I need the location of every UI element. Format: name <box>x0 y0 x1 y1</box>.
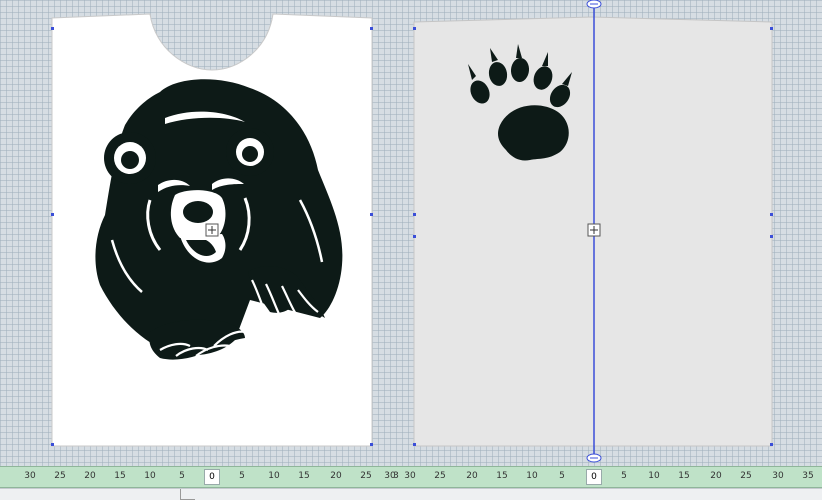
bear-move-handle[interactable] <box>205 223 219 237</box>
ruler-label: 15 <box>298 471 310 481</box>
ruler-label: 25 <box>740 471 752 481</box>
ruler-right-scale: 30 25 20 15 10 5 0 5 10 15 20 25 30 35 <box>400 467 822 487</box>
ruler-label: 25 <box>434 471 446 481</box>
horizontal-ruler[interactable]: 30 25 20 15 10 5 0 5 10 15 20 25 30 3 30… <box>0 466 822 488</box>
ruler-label: 5 <box>621 471 627 481</box>
guide-top-handle[interactable] <box>586 0 602 9</box>
ruler-left-scale: 30 25 20 15 10 5 0 5 10 15 20 25 30 3 <box>0 467 400 487</box>
ruler-label: 20 <box>84 471 96 481</box>
ruler-label: 20 <box>710 471 722 481</box>
ruler-label: 15 <box>496 471 508 481</box>
ruler-label: 30 <box>404 471 416 481</box>
ruler-label: 10 <box>648 471 660 481</box>
ruler-label: 25 <box>54 471 66 481</box>
ruler-label: 15 <box>114 471 126 481</box>
ruler-zero-marker: 0 <box>204 469 220 485</box>
design-canvas[interactable] <box>0 0 822 466</box>
ruler-label: 20 <box>466 471 478 481</box>
ruler-label: 5 <box>239 471 245 481</box>
ruler-label: 15 <box>678 471 690 481</box>
ruler-label: 35 <box>802 471 814 481</box>
guide-move-handle[interactable] <box>587 223 601 237</box>
scrollbar-thumb[interactable] <box>180 489 195 500</box>
ruler-label: 25 <box>360 471 372 481</box>
ruler-label: 3 <box>393 471 399 481</box>
ruler-label: 5 <box>559 471 565 481</box>
guide-bottom-handle[interactable] <box>586 453 602 463</box>
ruler-label: 20 <box>330 471 342 481</box>
ruler-label: 30 <box>772 471 784 481</box>
ruler-zero-marker: 0 <box>586 469 602 485</box>
canvas-svg <box>51 0 773 463</box>
horizontal-scrollbar[interactable] <box>0 488 822 500</box>
ruler-label: 10 <box>526 471 538 481</box>
ruler-label: 10 <box>268 471 280 481</box>
ruler-label: 10 <box>144 471 156 481</box>
ruler-label: 30 <box>24 471 36 481</box>
ruler-label: 5 <box>179 471 185 481</box>
